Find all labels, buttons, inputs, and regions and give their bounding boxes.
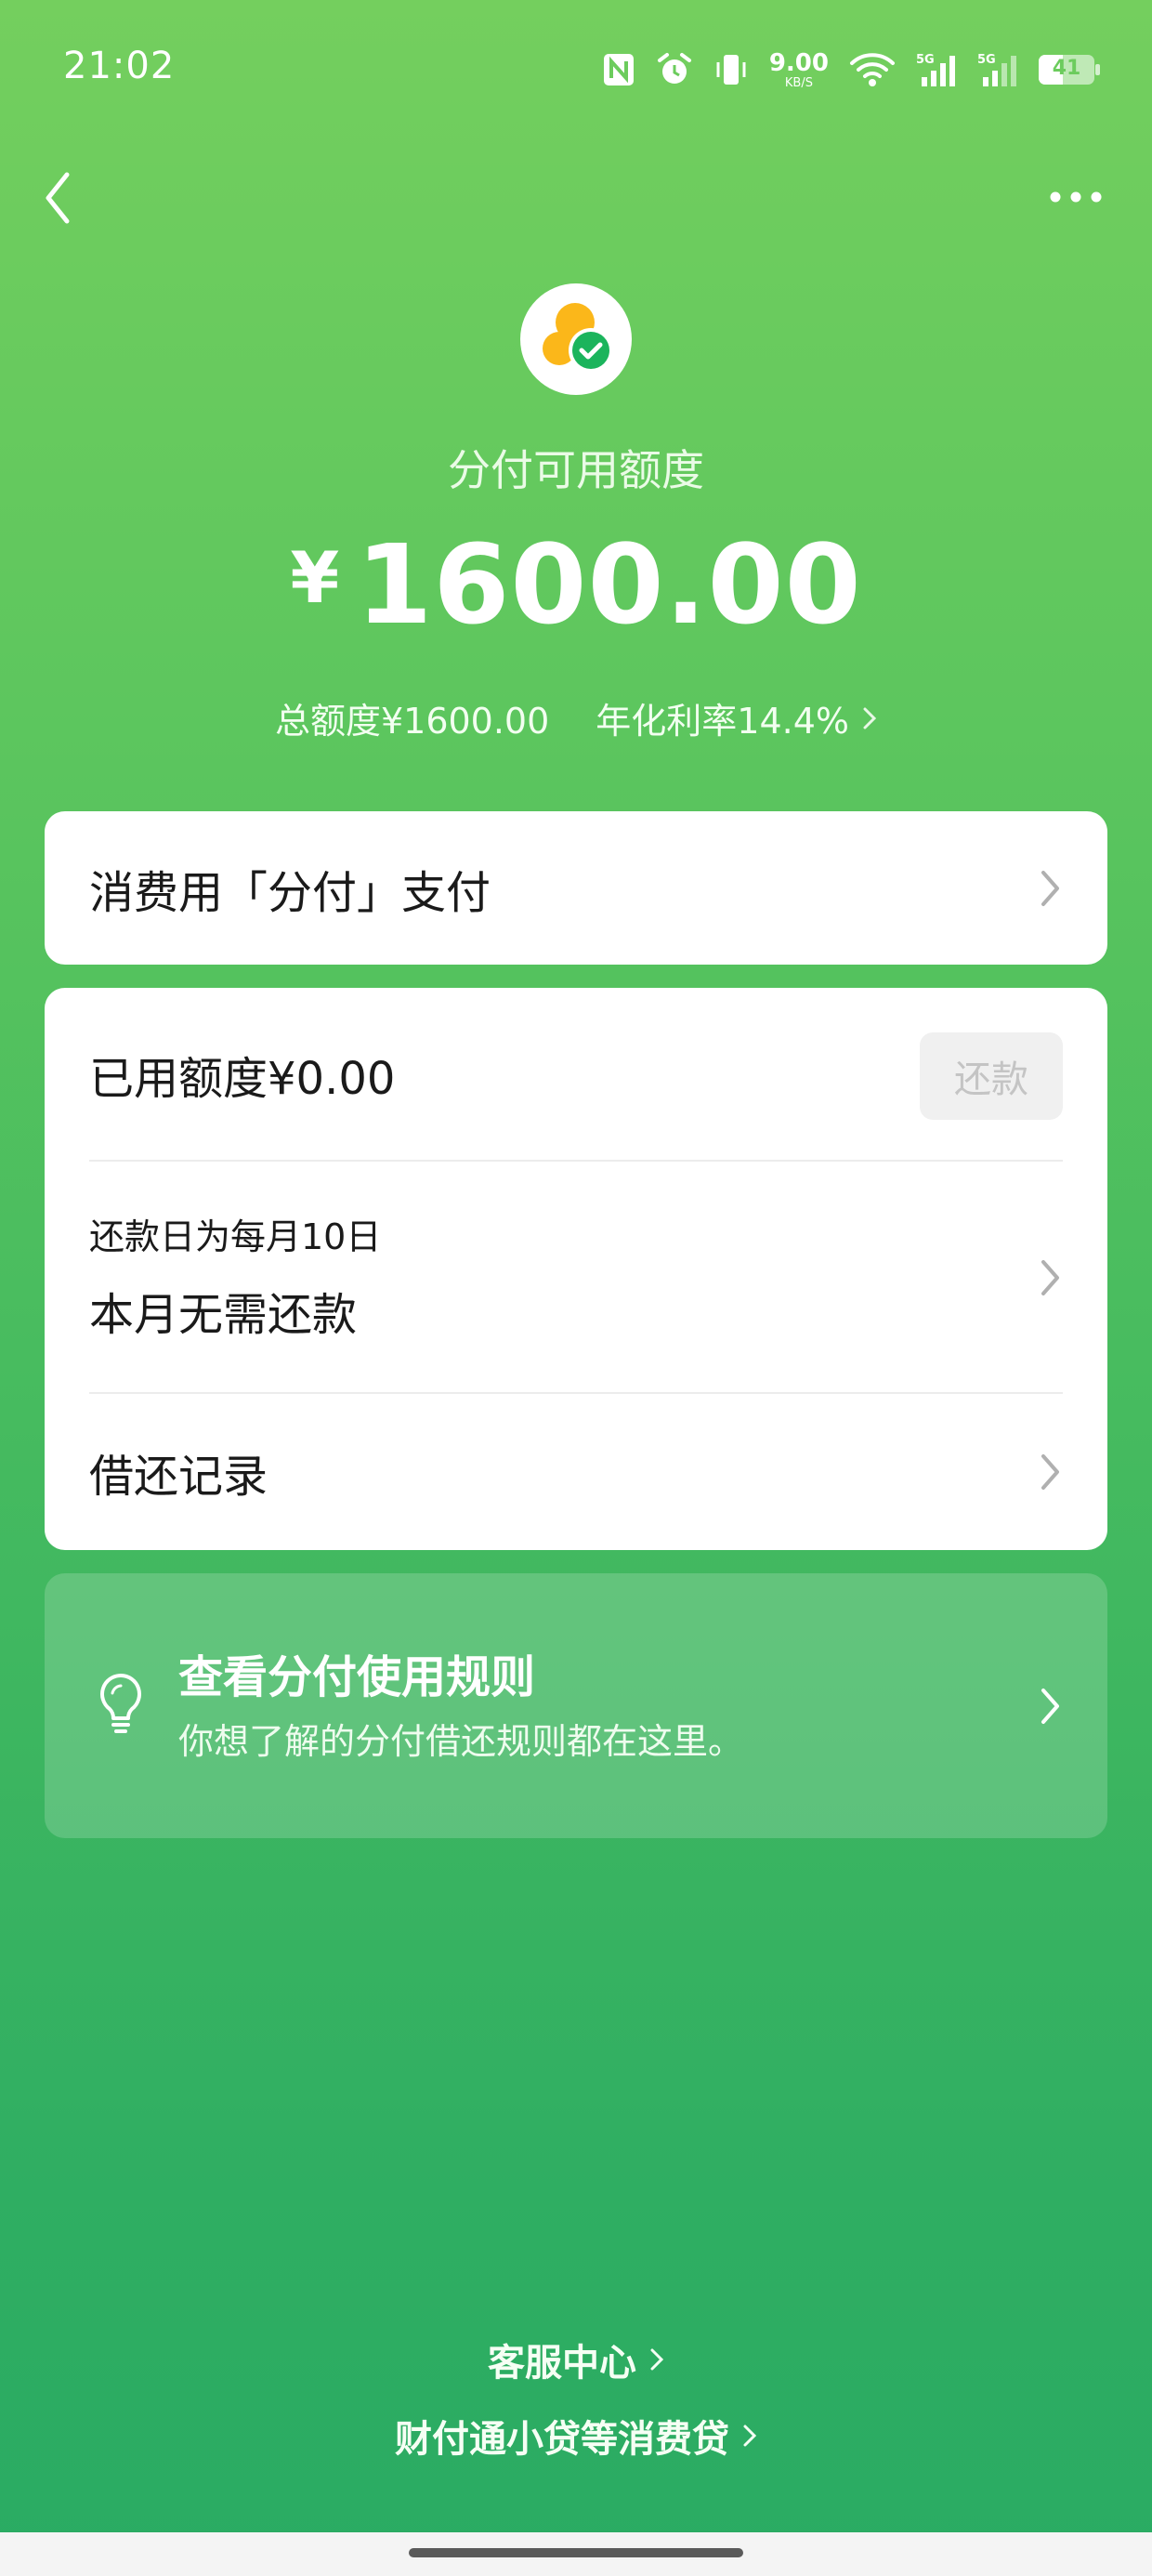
pay-with-fenfu-label: 消费用「分付」支付 [89,866,491,919]
home-indicator[interactable] [409,2548,743,2557]
battery-icon: 41 [1039,55,1100,85]
chevron-right-icon [1041,871,1059,906]
customer-service-link[interactable]: 客服中心 [0,2333,1152,2386]
lightbulb-icon [100,1674,141,1733]
wifi-icon [850,53,895,86]
total-credit: 总额度¥1600.00 [274,701,550,742]
chevron-right-icon [1041,1689,1059,1724]
borrow-records-row[interactable]: 借还记录 [45,1394,1107,1550]
consumer-loan-label: 财付通小贷等消费贷 [395,2418,729,2461]
alarm-icon [657,53,691,84]
signal-1-label: 5G [916,53,935,67]
signal-2-label: 5G [977,53,996,67]
due-day: 还款日为每月10日 [89,1216,382,1257]
status-icons: 9.00 KB/S 5G 5G 41 [602,46,1100,93]
status-time: 21:02 [63,45,176,87]
amount-value: 1600.00 [356,520,862,649]
vibrate-icon [716,55,746,85]
chevron-right-icon [863,707,877,729]
chevron-right-icon [1041,1454,1059,1490]
fenfu-logo [520,283,632,395]
currency-symbol: ¥ [290,536,340,619]
rules-title: 查看分付使用规则 [178,1651,536,1703]
repay-schedule-row[interactable]: 还款日为每月10日 本月无需还款 [45,1162,1107,1392]
chevron-left-icon [46,172,70,224]
borrow-records-label: 借还记录 [89,1451,268,1503]
annual-rate: 年化利率14.4% [596,701,850,742]
more-dots-icon [1050,191,1102,203]
nfc-icon [603,54,634,85]
signal-icon-1: 5G [916,53,955,86]
due-status: 本月无需还款 [89,1289,358,1341]
net-speed: 9.00 KB/S [769,51,829,89]
used-credit: 已用额度¥0.00 [89,1052,396,1105]
battery-level: 41 [1052,57,1081,80]
chevron-right-icon [650,2348,664,2371]
net-speed-unit: KB/S [784,75,813,90]
customer-service-label: 客服中心 [488,2342,636,2385]
repay-button[interactable]: 还款 [920,1032,1063,1120]
credit-summary: 总额度¥1600.00 年化利率14.4% [0,692,1152,743]
rules-card[interactable]: 查看分付使用规则 你想了解的分付借还规则都在这里。 [45,1573,1107,1838]
rules-subtitle: 你想了解的分付借还规则都在这里。 [178,1721,744,1762]
annual-rate-link[interactable]: 年化利率14.4% [596,692,877,743]
back-button[interactable] [37,165,84,230]
available-credit-amount: ¥ 1600.00 [0,520,1152,649]
signal-icon-2: 5G [977,53,1016,86]
chevron-right-icon [1041,1260,1059,1295]
usage-card: 已用额度¥0.00 还款 还款日为每月10日 本月无需还款 借还记录 [45,988,1107,1550]
net-speed-value: 9.00 [768,48,829,77]
more-button[interactable] [1046,177,1106,217]
pay-with-fenfu-card[interactable]: 消费用「分付」支付 [45,811,1107,965]
available-credit-label: 分付可用额度 [448,445,704,495]
chevron-right-icon [743,2425,757,2447]
consumer-loan-link[interactable]: 财付通小贷等消费贷 [0,2409,1152,2463]
